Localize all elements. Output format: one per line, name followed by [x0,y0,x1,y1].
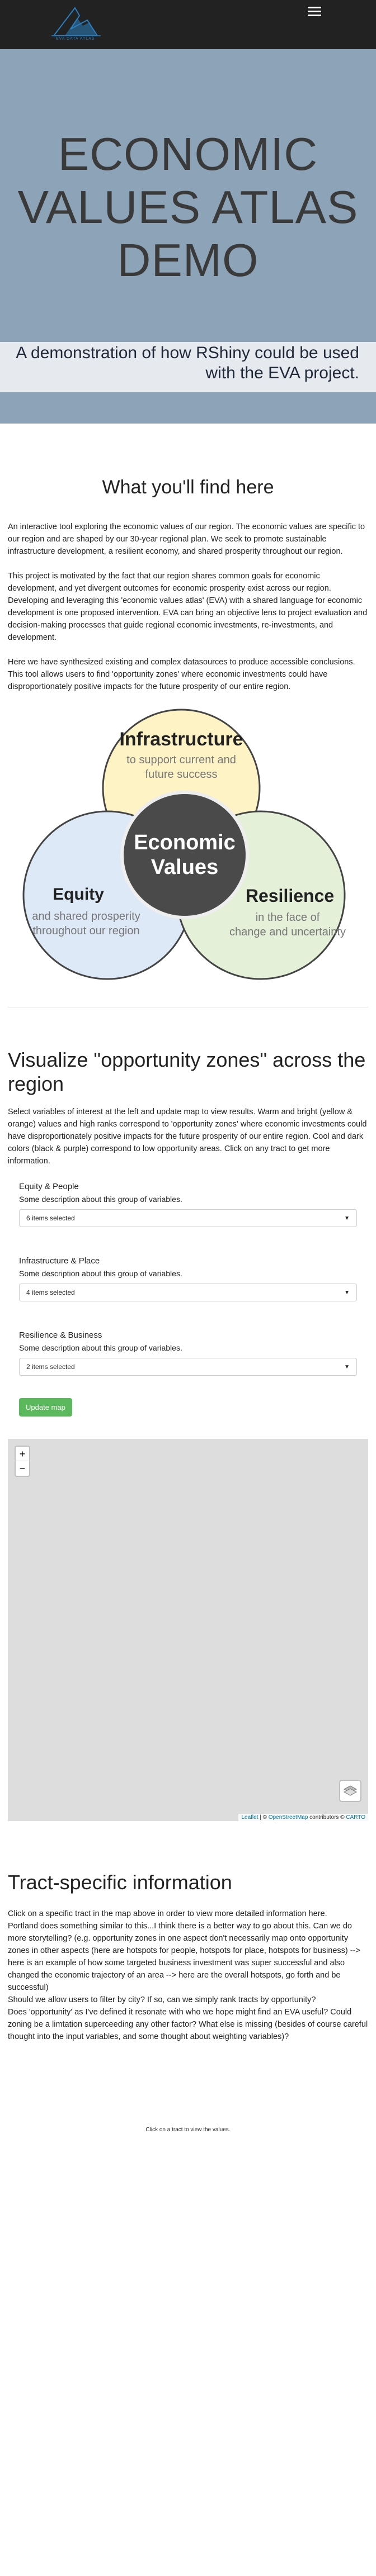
intro-paragraph-3: Here we have synthesized existing and co… [8,658,355,691]
infrastructure-variables-select[interactable]: 4 items selected ▼ [19,1284,357,1301]
intro-paragraph-2: This project is motivated by the fact th… [8,572,368,642]
attribution-separator-1: | © [258,1814,269,1821]
venn-resilience-sub-2: change and uncertainty [229,926,346,938]
group-title: Equity & People [19,1182,79,1191]
hero-title-line-1: ECONOMIC [58,128,318,180]
variable-group-resilience: Resilience & Business Some description a… [0,1330,376,1376]
venn-infrastructure-sub-2: future success [145,768,218,781]
venn-center-circle [120,791,249,919]
layers-icon [343,1785,358,1796]
caret-down-icon: ▼ [344,1215,350,1222]
select-value: 2 items selected [26,1363,75,1371]
tract-heading: Tract-specific information [8,1871,232,1894]
leaflet-link[interactable]: Leaflet [241,1814,258,1821]
hero-subtitle-line-2: with the EVA project. [205,364,359,382]
hero-subtitle-line-1: A demonstration of how RShiny could be u… [16,344,359,362]
group-description: Some description about this group of var… [19,1195,182,1204]
variable-group-infrastructure: Infrastructure & Place Some description … [0,1256,376,1301]
caret-down-icon: ▼ [344,1363,350,1370]
intro-section: What you'll find here An interactive too… [0,424,376,985]
group-description: Some description about this group of var… [19,1269,182,1278]
intro-paragraph-1: An interactive tool exploring the econom… [8,522,365,556]
openstreetmap-link[interactable]: OpenStreetMap [269,1814,308,1821]
zoom-out-button[interactable]: − [16,1461,29,1476]
select-value: 6 items selected [26,1214,75,1222]
venn-resilience-sub-1: in the face of [256,911,320,924]
venn-equity-title: Equity [53,885,104,904]
resilience-variables-select[interactable]: 2 items selected ▼ [19,1358,357,1376]
carto-link[interactable]: CARTO [346,1814,365,1821]
update-map-button[interactable]: Update map [19,1398,72,1417]
tract-click-message: Click on a tract to view the values. [145,2127,231,2133]
tract-section: Tract-specific information Click on a sp… [0,1821,376,2133]
tract-paragraph-1: Click on a specific tract in the map abo… [8,1909,327,1918]
opportunity-heading: Visualize "opportunity zones" across the… [8,1048,366,1095]
opportunity-description: Select variables of interest at the left… [8,1108,367,1166]
group-title: Resilience & Business [19,1330,102,1340]
venn-resilience-title: Resilience [246,886,334,906]
map-attribution: Leaflet | © OpenStreetMap contributors ©… [238,1814,368,1821]
hero-banner: ECONOMIC VALUES ATLAS DEMO A demonstrati… [0,49,376,392]
venn-center-line-1: Economic [134,831,236,854]
leaflet-map[interactable]: + − Leaflet | © OpenStreetMap contributo… [8,1439,368,1821]
intro-heading: What you'll find here [102,477,274,498]
hero-title: ECONOMIC VALUES ATLAS DEMO [0,127,376,287]
select-value: 4 items selected [26,1289,75,1296]
navbar: EVA DATA ATLAS [0,0,376,49]
hero-title-line-3: DEMO [117,234,259,286]
equity-variables-select[interactable]: 6 items selected ▼ [19,1209,357,1227]
venn-center-line-2: Values [151,856,218,879]
economic-values-venn-diagram: Infrastructure to support current and fu… [22,709,346,980]
layers-button[interactable] [339,1780,361,1802]
tract-paragraph-2: Portland does something similar to this.… [8,1922,360,1992]
venn-equity-sub-2: throughout our region [32,925,139,937]
zoom-in-button[interactable]: + [16,1447,29,1461]
caret-down-icon: ▼ [344,1289,350,1296]
venn-equity-sub-1: and shared prosperity [32,910,140,923]
tract-paragraph-4: Does 'opportunity' as I've defined it re… [8,2008,368,2041]
hero-subtitle: A demonstration of how RShiny could be u… [1,343,359,383]
venn-infrastructure-title: Infrastructure [119,729,243,750]
attribution-separator-2: contributors © [308,1814,346,1821]
opportunity-section: Visualize "opportunity zones" across the… [0,1007,376,1167]
group-title: Infrastructure & Place [19,1256,100,1266]
zoom-control: + − [15,1446,30,1477]
tract-paragraph-3: Should we allow users to filter by city?… [8,1995,316,2004]
group-description: Some description about this group of var… [19,1343,182,1352]
hero-title-line-2: VALUES ATLAS [17,181,359,233]
hamburger-icon[interactable] [308,7,321,18]
brand-text: EVA DATA ATLAS [56,37,95,41]
variable-group-equity: Equity & People Some description about t… [0,1182,376,1227]
venn-infrastructure-sub-1: to support current and [126,754,236,766]
